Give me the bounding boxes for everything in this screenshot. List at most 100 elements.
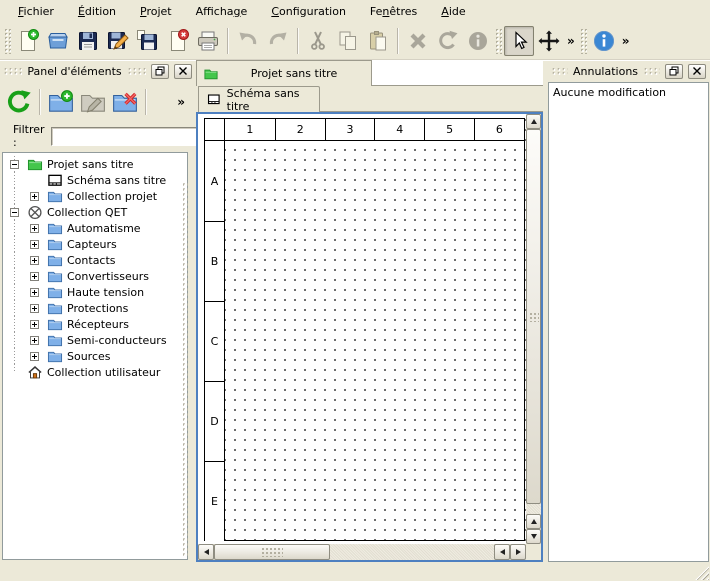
menu-aide[interactable]: Aide (431, 2, 475, 21)
horizontal-scroll-track[interactable] (330, 544, 494, 560)
scroll-down-button[interactable] (526, 529, 541, 544)
diagram-canvas[interactable]: 1 2 3 4 5 6 A B C D E (198, 114, 526, 544)
save-all-button[interactable] (133, 26, 163, 56)
save-button[interactable] (73, 26, 103, 56)
tree-expander-expand[interactable] (30, 304, 39, 313)
tree-item-sources[interactable]: Sources (5, 348, 187, 364)
menu-fichier[interactable]: Fichier (8, 2, 64, 21)
dock-close-button[interactable] (174, 64, 192, 79)
vertical-scrollbar[interactable] (526, 114, 541, 544)
scroll-left-button[interactable] (198, 544, 214, 560)
menu-affichage[interactable]: Affichage (186, 2, 258, 21)
toolbar-overflow-chevron[interactable]: » (564, 34, 578, 48)
tree-item-collection-projet[interactable]: Collection projet (5, 188, 187, 204)
copy-button[interactable] (333, 26, 363, 56)
element-info-button[interactable] (463, 26, 493, 56)
scroll-up-button[interactable] (526, 514, 541, 529)
tree-item-projet[interactable]: Projet sans titre (5, 156, 187, 172)
scroll-left-button[interactable] (494, 544, 510, 560)
tree-item-haute-tension[interactable]: Haute tension (5, 284, 187, 300)
horizontal-scrollbar[interactable] (198, 544, 526, 560)
menu-configuration[interactable]: Configuration (261, 2, 356, 21)
window-size-grip[interactable] (695, 566, 709, 580)
tab-schema-sans-titre[interactable]: Schéma sans titre (198, 86, 320, 112)
dock-float-button[interactable] (665, 64, 683, 79)
undo-button[interactable] (233, 26, 263, 56)
close-document-button[interactable] (163, 26, 193, 56)
tree-expander-expand[interactable] (30, 240, 39, 249)
tree-expander-expand[interactable] (30, 256, 39, 265)
tree-item-recepteurs[interactable]: Récepteurs (5, 316, 187, 332)
scroll-up-button[interactable] (526, 114, 541, 129)
delete-category-button[interactable] (109, 85, 141, 119)
pointer-select-button[interactable] (504, 26, 534, 56)
filter-input[interactable] (51, 127, 204, 146)
folder-icon (45, 284, 64, 300)
new-category-button[interactable] (45, 85, 77, 119)
arrow-right-icon (516, 549, 521, 555)
tree-item-protections[interactable]: Protections (5, 300, 187, 316)
toolbar-drag-handle[interactable] (4, 28, 11, 54)
elements-panel-titlebar[interactable]: Panel d'éléments (0, 62, 195, 80)
diagram-icon (207, 93, 221, 106)
tab-projet-sans-titre[interactable]: Projet sans titre (196, 60, 372, 86)
redo-button[interactable] (263, 26, 293, 56)
tree-item-label: Schéma sans titre (64, 174, 166, 187)
project-folder-icon (203, 67, 219, 81)
folder-icon (45, 332, 64, 348)
menu-projet[interactable]: Projet (130, 2, 182, 21)
tree-expander-expand[interactable] (30, 336, 39, 345)
tree-expander-expand[interactable] (30, 320, 39, 329)
tree-expander-expand[interactable] (30, 224, 39, 233)
dock-float-button[interactable] (151, 64, 169, 79)
diagram-tab-bar: Schéma sans titre (196, 86, 543, 112)
about-info-button[interactable] (589, 26, 619, 56)
dock-close-button[interactable] (688, 64, 706, 79)
edit-category-button[interactable] (77, 85, 109, 119)
tree-item-schema[interactable]: Schéma sans titre (5, 172, 187, 188)
tree-expander-expand[interactable] (30, 352, 39, 361)
menu-edition[interactable]: Édition (68, 2, 126, 21)
toolbar-drag-handle[interactable] (580, 28, 587, 54)
save-as-button[interactable] (103, 26, 133, 56)
tree-item-collection-utilisateur[interactable]: Collection utilisateur (5, 364, 187, 380)
vertical-scroll-thumb[interactable] (526, 129, 541, 504)
vertical-scroll-track[interactable] (526, 504, 541, 514)
tree-item-convertisseurs[interactable]: Convertisseurs (5, 268, 187, 284)
print-button[interactable] (193, 26, 223, 56)
open-project-button[interactable] (43, 26, 73, 56)
tree-expander-expand[interactable] (30, 272, 39, 281)
undo-panel-titlebar[interactable]: Annulations (548, 62, 709, 80)
reload-collections-button[interactable] (3, 85, 35, 119)
toolbar-overflow-chevron[interactable]: » (619, 34, 633, 48)
tree-item-capteurs[interactable]: Capteurs (5, 236, 187, 252)
tree-expander-collapse[interactable] (10, 160, 19, 169)
menu-fenetres[interactable]: Fenêtres (360, 2, 427, 21)
paste-button[interactable] (363, 26, 393, 56)
tree-expander-collapse[interactable] (10, 208, 19, 217)
row-header: E (205, 461, 225, 541)
tree-item-label: Collection utilisateur (44, 366, 160, 379)
horizontal-scroll-thumb[interactable] (214, 544, 330, 560)
redo-icon (266, 29, 290, 53)
undo-history-list[interactable]: Aucune modification (548, 82, 709, 562)
rotate-button[interactable] (433, 26, 463, 56)
pointer-icon (507, 29, 531, 53)
tree-item-semi-conducteurs[interactable]: Semi-conducteurs (5, 332, 187, 348)
undo-list-item[interactable]: Aucune modification (551, 84, 706, 101)
tree-item-automatisme[interactable]: Automatisme (5, 220, 187, 236)
tree-item-contacts[interactable]: Contacts (5, 252, 187, 268)
toolbar-drag-handle[interactable] (495, 28, 502, 54)
new-document-button[interactable] (13, 26, 43, 56)
tree-expander-expand[interactable] (30, 288, 39, 297)
move-view-button[interactable] (534, 26, 564, 56)
tree-expander-expand[interactable] (30, 192, 39, 201)
panel-overflow-chevron[interactable]: » (174, 95, 188, 109)
elements-tree[interactable]: Projet sans titre Schéma sans titre (2, 152, 188, 560)
cut-button[interactable] (303, 26, 333, 56)
panel-splitter-handle[interactable] (182, 182, 188, 556)
tree-item-collection-qet[interactable]: Collection QET (5, 204, 187, 220)
delete-button[interactable] (403, 26, 433, 56)
scroll-right-button[interactable] (510, 544, 526, 560)
about-info-icon (592, 29, 616, 53)
